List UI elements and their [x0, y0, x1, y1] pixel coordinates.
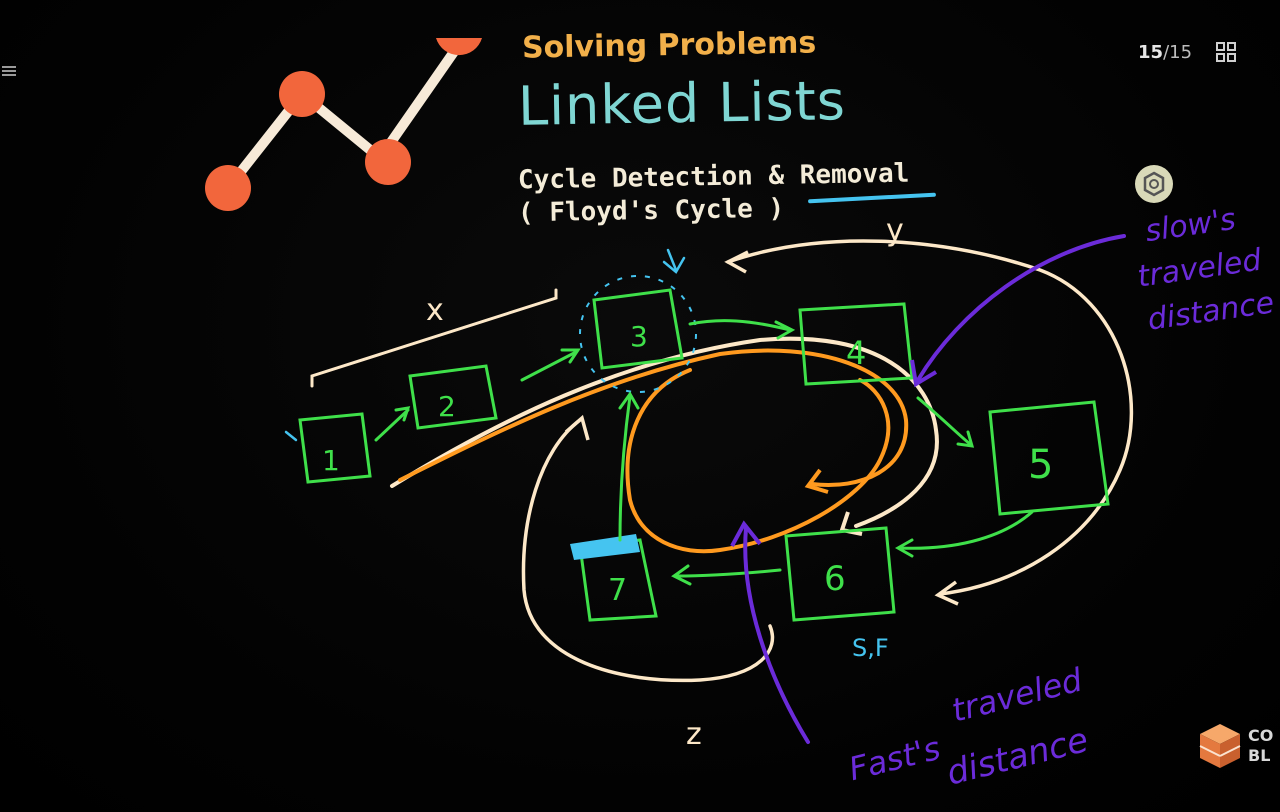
node-label: 3: [630, 320, 648, 353]
whiteboard-drawing: x y z 1 2 3 4 5 6 7 S,F slow's traveled …: [284, 202, 1276, 794]
node-arrows: [374, 319, 1034, 586]
node-label: 1: [322, 444, 340, 477]
y-arc: [726, 239, 1134, 596]
list-node: 2: [408, 364, 498, 430]
list-node: 4: [798, 302, 914, 386]
fast-loop-orange: [625, 368, 891, 554]
fast-annotation-arrow: [743, 526, 810, 744]
fast-annotation-line: traveled: [948, 660, 1087, 729]
fast-annotation-line: Fast's: [845, 729, 944, 788]
list-node: 1: [298, 412, 372, 484]
pointer-marks: [284, 248, 686, 442]
list-node: 7: [570, 534, 658, 622]
slow-annotation-line: distance: [1145, 285, 1276, 337]
slow-annotation: slow's traveled distance: [1135, 202, 1276, 338]
slow-annotation-line: slow's: [1143, 202, 1238, 249]
brand-line: CO: [1248, 726, 1274, 745]
label-x: x: [426, 293, 444, 328]
fast-annotation-line: distance: [943, 720, 1092, 794]
label-z: z: [686, 717, 702, 752]
slide-canvas: Solving Problems Linked Lists Cycle Dete…: [0, 0, 1280, 812]
fast-annotation: Fast's traveled distance: [845, 660, 1092, 794]
node-label: 5: [1028, 442, 1053, 488]
list-node: 6: [784, 526, 896, 622]
node-label: 2: [438, 390, 456, 423]
label-y: y: [886, 213, 904, 248]
z-loop: [521, 418, 775, 683]
brand-line: BL: [1248, 746, 1271, 765]
list-node: 5: [988, 400, 1110, 516]
label-sf: S,F: [852, 634, 889, 662]
fast-path-orange: [398, 348, 909, 487]
node-label: 6: [824, 559, 846, 599]
brand-wordmark: CO BL: [1248, 726, 1273, 766]
slow-annotation-line: traveled: [1135, 243, 1264, 295]
node-label: 4: [846, 334, 866, 372]
node-label: 7: [608, 573, 627, 608]
